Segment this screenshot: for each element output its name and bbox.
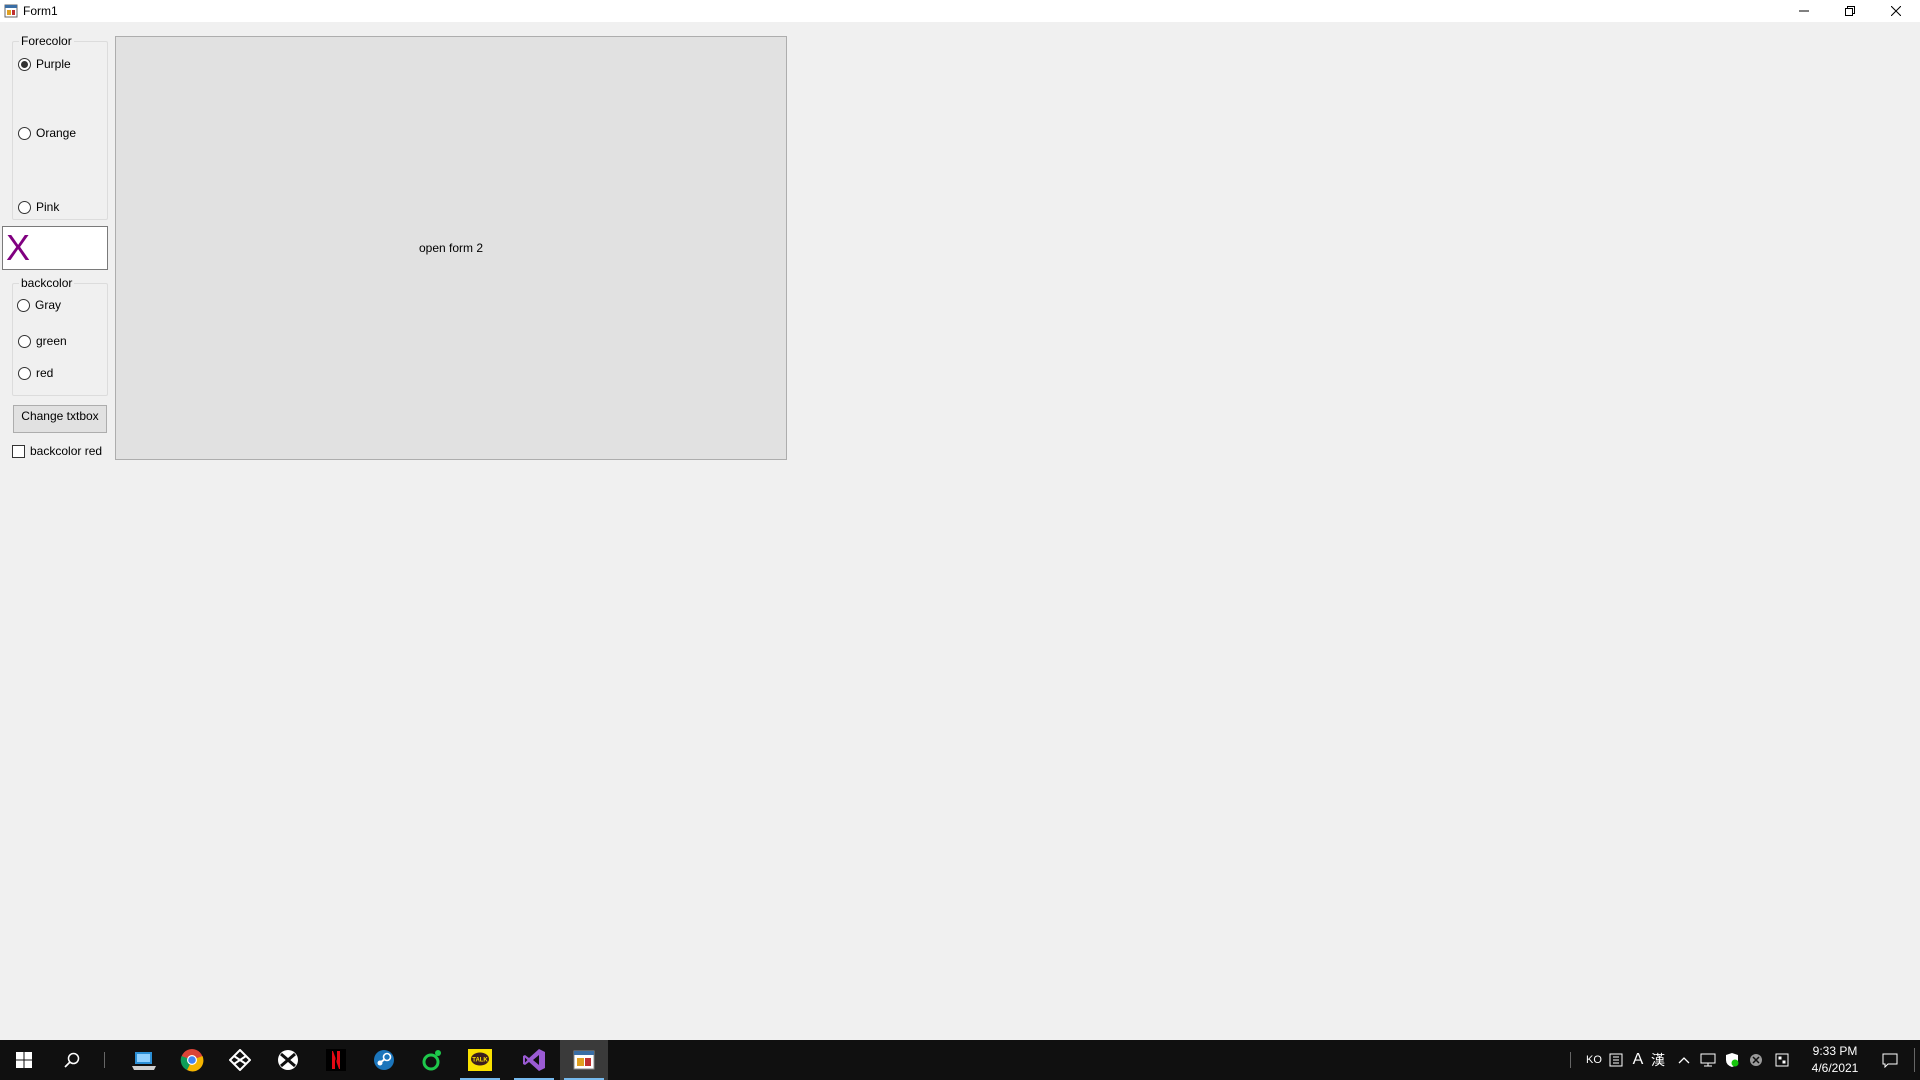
form-client-area: Forecolor Purple Orange Pink X backcolor…	[0, 22, 1920, 1040]
radio-red[interactable]: red	[18, 366, 53, 380]
radio-label-gray: Gray	[35, 298, 62, 312]
radio-button-green[interactable]	[18, 334, 31, 348]
radio-button-purple[interactable]	[18, 57, 31, 71]
tray-language[interactable]: KO	[1582, 1040, 1606, 1080]
ime-alpha-indicator: A	[1632, 1051, 1644, 1068]
ime-mode-icon	[1609, 1053, 1623, 1067]
taskbar-visual-studio[interactable]	[510, 1040, 558, 1080]
radio-button-pink[interactable]	[18, 200, 31, 214]
tray-clock[interactable]: 9:33 PM 4/6/2021	[1795, 1043, 1875, 1077]
start-icon	[16, 1052, 32, 1068]
keyboard-icon	[1775, 1053, 1789, 1067]
tray-overflow[interactable]	[1674, 1040, 1694, 1080]
search-button[interactable]	[48, 1040, 96, 1080]
app-icon	[229, 1049, 251, 1071]
tray-security[interactable]	[1722, 1040, 1742, 1080]
radio-label-purple: Purple	[36, 57, 71, 71]
close-icon	[1891, 6, 1901, 16]
close-button[interactable]	[1873, 0, 1919, 22]
forecolor-groupbox: Forecolor Purple Orange Pink	[12, 34, 108, 220]
minimize-button[interactable]	[1781, 0, 1827, 22]
tray-ime-alpha[interactable]: A	[1628, 1040, 1648, 1080]
taskbar-form-app[interactable]	[560, 1040, 608, 1080]
file-explorer-icon	[132, 1052, 156, 1070]
taskbar-green-app[interactable]	[408, 1040, 456, 1080]
radio-orange[interactable]: Orange	[18, 126, 76, 140]
taskbar: TALK KO A 漢 9:33 PM 4/6/2021	[0, 1040, 1920, 1080]
svg-text:TALK: TALK	[472, 1058, 488, 1064]
change-txtbox-button[interactable]: Change txtbox	[13, 405, 107, 433]
tray-network[interactable]	[1698, 1040, 1718, 1080]
taskbar-kakaotalk[interactable]: TALK	[456, 1040, 504, 1080]
minimize-icon	[1799, 10, 1809, 12]
taskbar-netflix[interactable]	[312, 1040, 360, 1080]
tray-blocked[interactable]	[1746, 1040, 1766, 1080]
blocked-icon	[1750, 1054, 1762, 1066]
steam-icon	[374, 1050, 394, 1070]
radio-label-orange: Orange	[36, 126, 77, 140]
clock-time: 9:33 PM	[1812, 1044, 1858, 1058]
backcolor-red-checkbox[interactable]	[12, 444, 25, 458]
radio-button-red[interactable]	[18, 366, 31, 380]
radio-label-red: red	[36, 366, 54, 380]
network-icon	[1700, 1053, 1716, 1067]
open-form-2-label: open form 2	[418, 241, 484, 255]
taskbar-chrome[interactable]	[168, 1040, 216, 1080]
textbox-value: X	[6, 227, 31, 268]
backcolor-groupbox: backcolor Gray green red	[12, 276, 108, 396]
netflix-icon	[326, 1049, 346, 1071]
form-app-icon	[573, 1050, 595, 1070]
kakaotalk-icon: TALK	[468, 1049, 492, 1071]
open-form-2-button[interactable]: open form 2	[115, 36, 787, 460]
backcolor-red-label: backcolor red	[30, 444, 103, 458]
backcolor-group-label: backcolor	[19, 276, 75, 290]
radio-green[interactable]: green	[18, 334, 67, 348]
radio-pink[interactable]: Pink	[18, 200, 59, 214]
radio-gray[interactable]: Gray	[17, 298, 61, 312]
restore-icon	[1845, 6, 1855, 16]
form-app-icon	[4, 4, 18, 18]
show-desktop-separator	[1914, 1048, 1915, 1072]
radio-button-gray[interactable]	[17, 298, 30, 312]
language-indicator: KO	[1586, 1054, 1602, 1066]
shield-icon	[1726, 1053, 1739, 1067]
radio-label-pink: Pink	[36, 200, 60, 214]
restore-button[interactable]	[1827, 0, 1873, 22]
tray-ime-settings[interactable]	[1772, 1040, 1792, 1080]
backcolor-red-checkbox-row[interactable]: backcolor red	[12, 444, 102, 458]
chevron-up-icon	[1678, 1057, 1690, 1064]
taskbar-xbox[interactable]	[264, 1040, 312, 1080]
taskbar-steam[interactable]	[360, 1040, 408, 1080]
window-title: Form1	[23, 4, 58, 18]
app-green-icon	[422, 1050, 441, 1071]
radio-button-orange[interactable]	[18, 126, 31, 140]
tray-ime-mode[interactable]	[1606, 1040, 1626, 1080]
radio-label-green: green	[36, 334, 67, 348]
notification-icon	[1882, 1053, 1898, 1068]
radio-purple[interactable]: Purple	[18, 57, 71, 71]
start-button[interactable]	[0, 1040, 48, 1080]
title-bar[interactable]: Form1	[0, 0, 1920, 22]
xbox-icon	[278, 1050, 298, 1070]
chrome-icon	[180, 1049, 204, 1072]
search-icon	[64, 1052, 80, 1068]
clock-date: 4/6/2021	[1811, 1061, 1859, 1075]
preview-textbox[interactable]: X	[2, 226, 108, 270]
forecolor-group-label: Forecolor	[19, 34, 74, 48]
tray-hanja[interactable]: 漢	[1648, 1040, 1668, 1080]
taskbar-separator	[104, 1052, 105, 1068]
hanja-indicator: 漢	[1651, 1052, 1665, 1068]
tray-separator	[1570, 1052, 1571, 1068]
taskbar-app[interactable]	[216, 1040, 264, 1080]
taskbar-file-explorer[interactable]	[120, 1040, 168, 1080]
action-center-button[interactable]	[1876, 1040, 1904, 1080]
visual-studio-icon	[523, 1049, 545, 1071]
change-txtbox-label: Change txtbox	[21, 409, 99, 423]
